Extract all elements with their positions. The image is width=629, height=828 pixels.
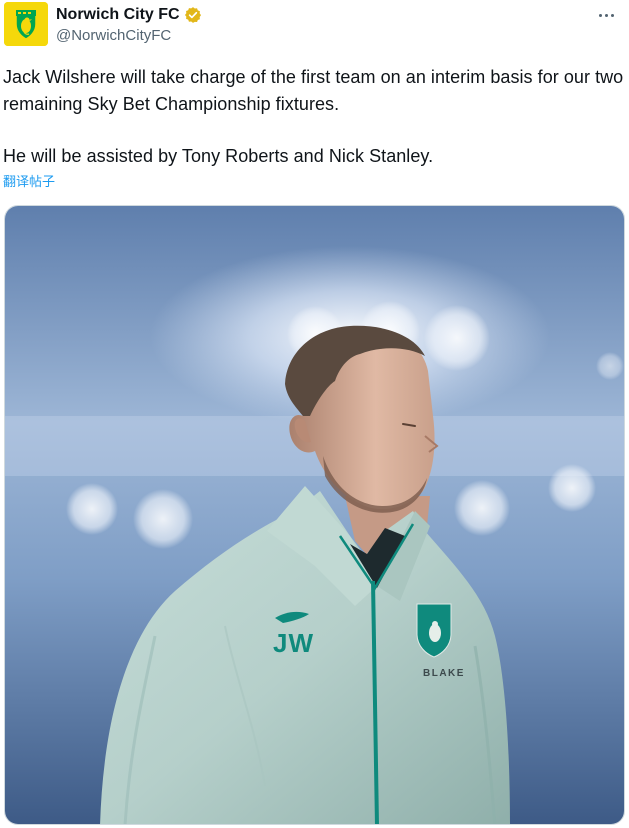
jacket-initials: JW <box>273 628 314 658</box>
norwich-canary-crest-icon[interactable] <box>4 2 48 46</box>
more-dot <box>598 13 602 17</box>
more-dot <box>604 13 608 17</box>
tweet-paragraph-2: He will be assisted by Tony Roberts and … <box>3 146 434 166</box>
sponsor-text: BLAKE <box>423 668 465 679</box>
tweet-card: Norwich City FC @NorwichCityFC Jack Wils… <box>0 0 629 828</box>
translate-post-link[interactable]: 翻译帖子 <box>3 174 55 190</box>
more-dots-icon[interactable] <box>591 2 621 28</box>
account-handle[interactable]: @NorwichCityFC <box>56 27 171 45</box>
tweet-text: Jack Wilshere will take charge of the fi… <box>3 64 625 170</box>
more-dot <box>610 13 614 17</box>
tweet-photo[interactable]: JW BLAKE <box>4 205 625 825</box>
tweet-paragraph-1: Jack Wilshere will take charge of the fi… <box>3 67 624 114</box>
display-name[interactable]: Norwich City FC <box>56 6 180 24</box>
gold-verified-badge-icon[interactable] <box>184 6 202 24</box>
tweet-header: Norwich City FC @NorwichCityFC <box>4 2 629 48</box>
name-row: Norwich City FC <box>56 6 202 24</box>
